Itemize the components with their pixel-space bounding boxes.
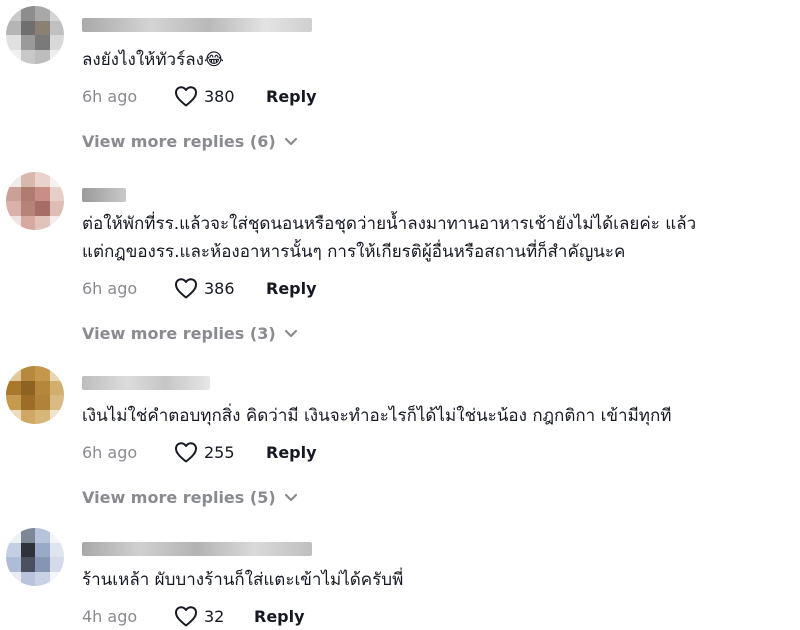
like-count: 32 bbox=[204, 606, 225, 626]
timestamp: 6h ago bbox=[82, 278, 138, 298]
like-count: 386 bbox=[204, 278, 235, 298]
avatar[interactable] bbox=[6, 366, 64, 424]
comment-meta: 6h ago 255 Reply bbox=[82, 438, 317, 466]
heart-icon bbox=[175, 278, 197, 299]
timestamp: 4h ago bbox=[82, 606, 138, 626]
view-more-label: View more replies (3) bbox=[82, 324, 276, 343]
view-more-label: View more replies (5) bbox=[82, 488, 276, 507]
comment-meta: 4h ago 32 Reply bbox=[82, 602, 305, 630]
reply-button[interactable]: Reply bbox=[254, 607, 305, 626]
chevron-down-icon bbox=[284, 493, 297, 501]
heart-icon bbox=[175, 442, 197, 463]
comment-text: ร้านเหล้า ผับบางร้านก็ใส่แตะเข้าไม่ได้คร… bbox=[82, 570, 404, 590]
username-redacted[interactable] bbox=[82, 18, 312, 32]
reply-button[interactable]: Reply bbox=[266, 443, 317, 462]
chevron-down-icon bbox=[284, 137, 297, 145]
heart-icon bbox=[175, 86, 197, 107]
view-more-replies[interactable]: View more replies (3) bbox=[82, 324, 298, 343]
username-redacted[interactable] bbox=[82, 376, 210, 390]
comment-meta: 6h ago 380 Reply bbox=[82, 82, 317, 110]
avatar[interactable] bbox=[6, 6, 64, 64]
reply-button[interactable]: Reply bbox=[266, 87, 317, 106]
avatar[interactable] bbox=[6, 172, 64, 230]
chevron-down-icon bbox=[284, 329, 297, 337]
comment-text: เงินไม่ใช่คำตอบทุกสิ่ง คิดว่ามี เงินจะทำ… bbox=[82, 406, 672, 426]
like-button[interactable]: 386 bbox=[174, 277, 266, 299]
view-more-replies[interactable]: View more replies (5) bbox=[82, 488, 298, 507]
comment-text: ต่อให้พักที่รร.แล้วจะใส่ชุดนอนหรือชุดว่า… bbox=[82, 214, 697, 262]
like-button[interactable]: 255 bbox=[174, 441, 266, 463]
comment-meta: 6h ago 386 Reply bbox=[82, 274, 317, 302]
like-button[interactable]: 32 bbox=[174, 605, 254, 627]
like-count: 255 bbox=[204, 442, 235, 462]
view-more-label: View more replies (6) bbox=[82, 132, 276, 151]
username-redacted[interactable] bbox=[82, 542, 312, 556]
comment-text: ลงยังไงให้ทัวร์ลง😂 bbox=[82, 50, 224, 70]
timestamp: 6h ago bbox=[82, 86, 138, 106]
username-redacted[interactable] bbox=[82, 188, 126, 202]
avatar[interactable] bbox=[6, 528, 64, 586]
like-button[interactable]: 380 bbox=[174, 85, 266, 107]
like-count: 380 bbox=[204, 86, 235, 106]
heart-icon bbox=[175, 606, 197, 627]
view-more-replies[interactable]: View more replies (6) bbox=[82, 132, 298, 151]
reply-button[interactable]: Reply bbox=[266, 279, 317, 298]
timestamp: 6h ago bbox=[82, 442, 138, 462]
